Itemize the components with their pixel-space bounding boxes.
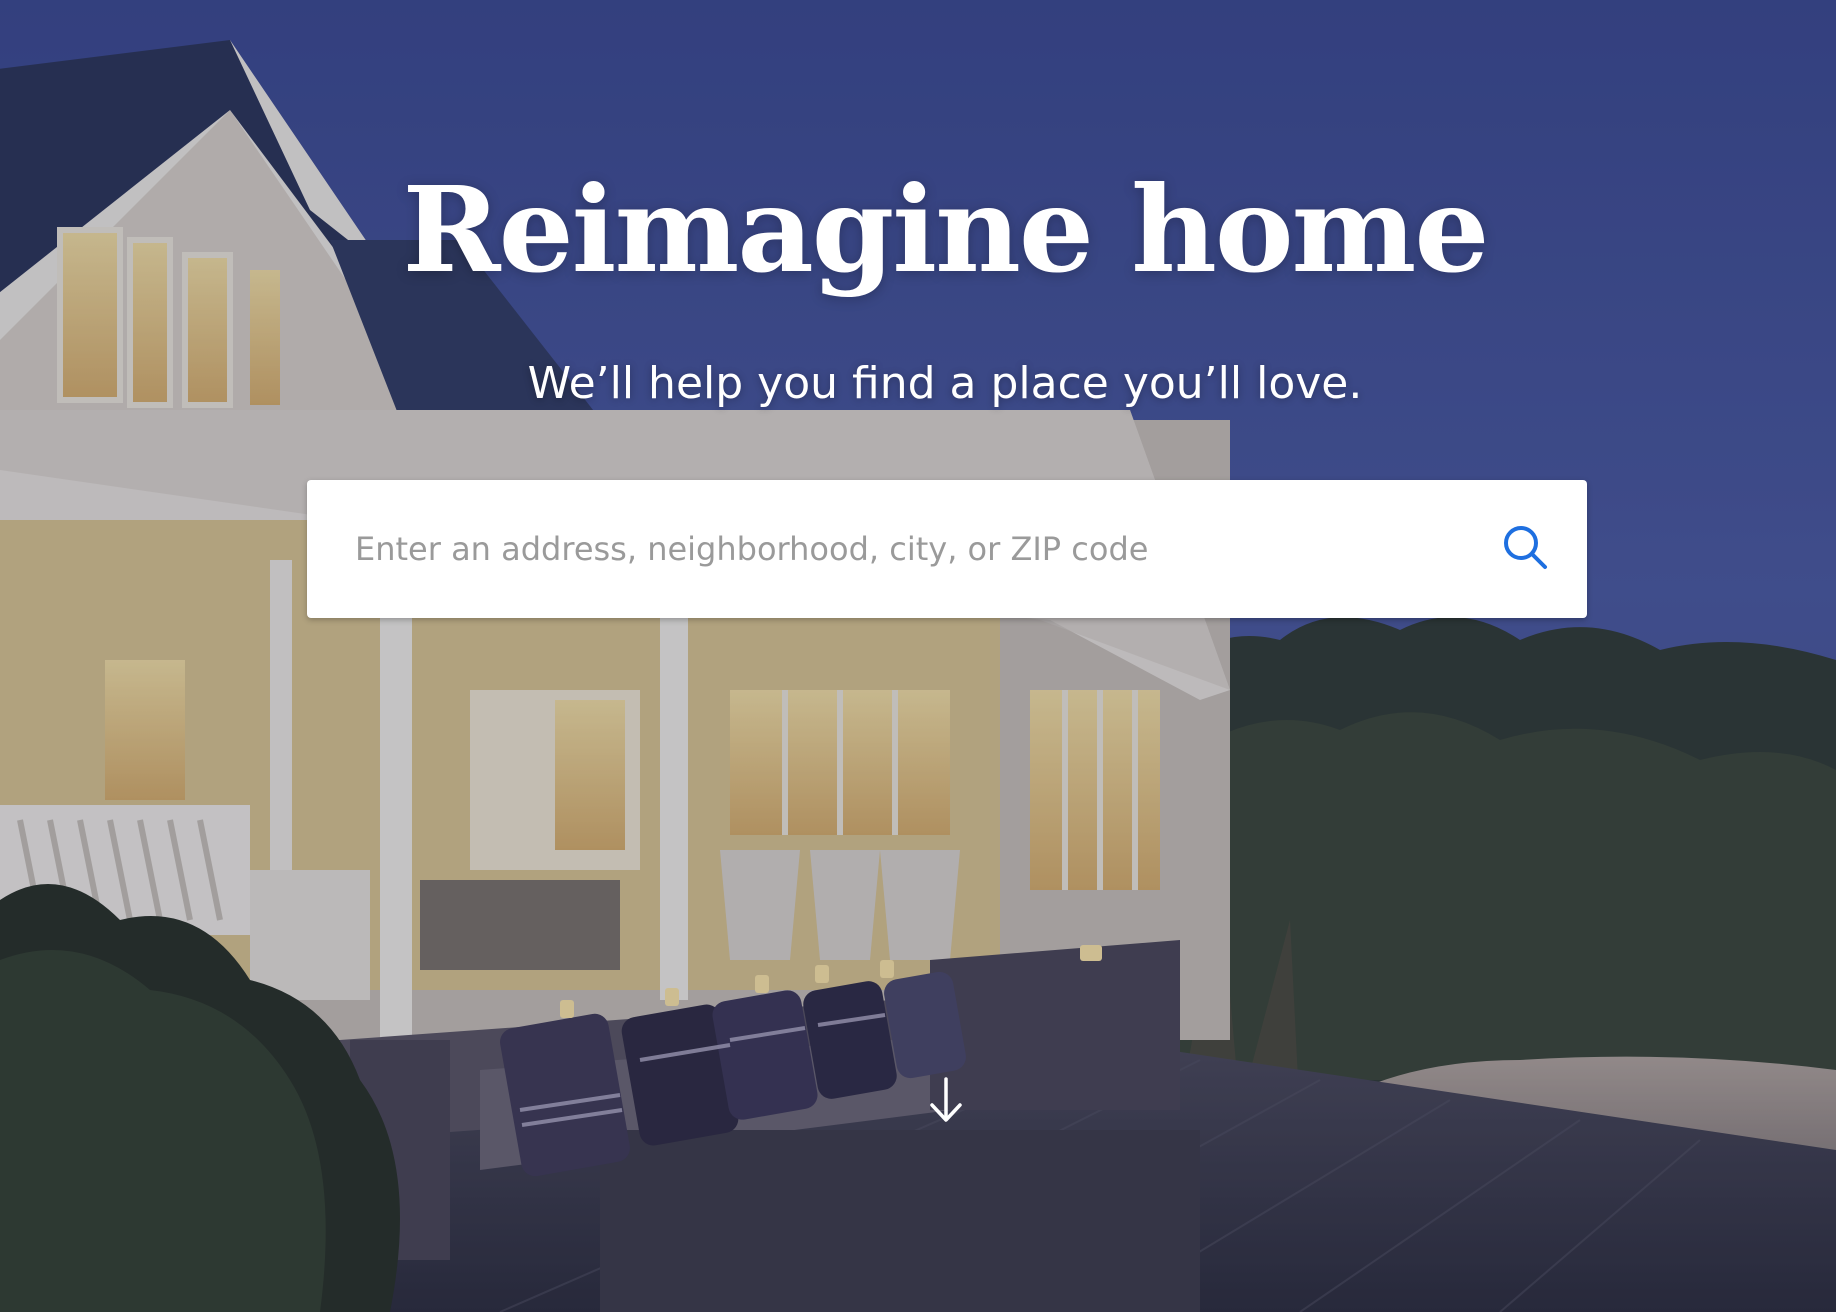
hero-title: Reimagine home: [402, 160, 1490, 299]
search-icon: [1501, 523, 1549, 576]
hero-section: Reimagine home We’ll help you find a pla…: [0, 0, 1836, 1312]
hero-subtitle: We’ll help you find a place you’ll love.: [527, 358, 1363, 409]
scroll-down-button[interactable]: [928, 1075, 964, 1125]
search-input[interactable]: [307, 480, 1475, 618]
search-bar: [307, 480, 1587, 618]
arrow-down-icon: [928, 1077, 964, 1129]
search-button[interactable]: [1475, 480, 1575, 618]
